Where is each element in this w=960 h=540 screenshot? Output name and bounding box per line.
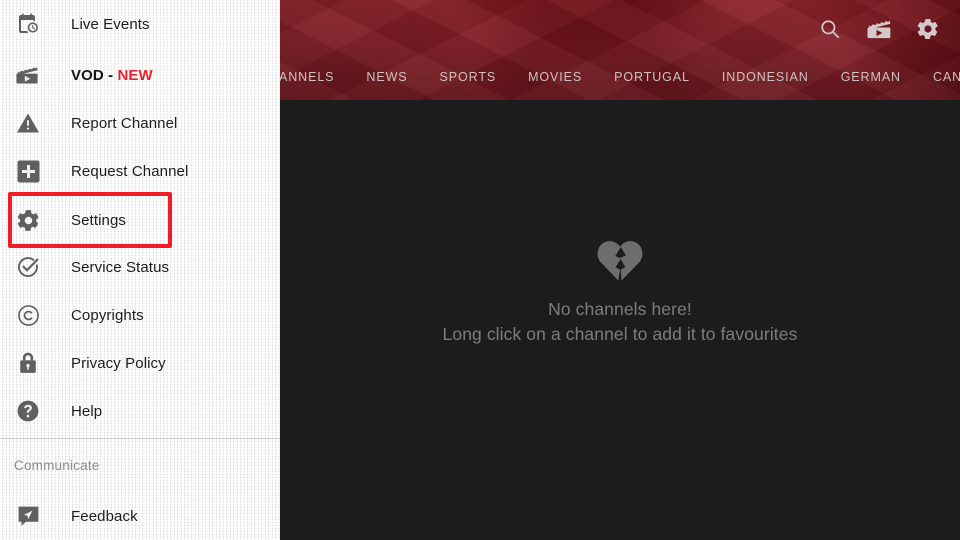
empty-state-title: No channels here! (548, 299, 692, 319)
sidebar-item-label: Privacy Policy (71, 354, 166, 372)
app-header: ANNELS NEWS SPORTS MOVIES PORTUGAL INDON… (280, 0, 960, 100)
tab-german[interactable]: GERMAN (825, 60, 917, 94)
sidebar-item-label: Feedback (71, 507, 138, 525)
sidebar-section-header-communicate: Communicate (14, 458, 100, 473)
feedback-bubble-icon (10, 505, 46, 528)
app-root: Live Events VOD - NEW Report Channel Req… (0, 0, 960, 540)
sidebar-item-feedback[interactable]: Feedback (0, 492, 280, 540)
sidebar-item-label: Report Channel (71, 114, 178, 132)
search-button[interactable] (806, 7, 854, 55)
clapperboard-icon (10, 63, 46, 87)
gear-icon (916, 17, 940, 46)
sidebar-divider (0, 438, 280, 439)
sidebar-item-label: Settings (71, 211, 126, 229)
copyright-icon (10, 304, 46, 327)
empty-state-subtitle: Long click on a channel to add it to fav… (442, 324, 798, 344)
search-icon (819, 18, 841, 45)
sidebar-item-live-events[interactable]: Live Events (0, 0, 280, 48)
sidebar-item-help[interactable]: Help (0, 387, 280, 435)
lock-icon (10, 351, 46, 375)
category-tabstrip[interactable]: ANNELS NEWS SPORTS MOVIES PORTUGAL INDON… (280, 60, 960, 94)
sidebar-item-label: Service Status (71, 258, 170, 276)
sidebar-item-request-channel[interactable]: Request Channel (0, 147, 280, 195)
settings-button[interactable] (904, 7, 952, 55)
sidebar-item-settings[interactable]: Settings (0, 196, 280, 244)
calendar-clock-icon (10, 12, 46, 36)
vod-button[interactable] (856, 7, 904, 55)
sidebar-item-vod[interactable]: VOD - NEW (0, 51, 280, 99)
movie-clapper-icon (866, 16, 894, 47)
sidebar-item-label: Help (71, 402, 103, 420)
tab-channels[interactable]: ANNELS (280, 60, 350, 94)
sidebar-item-report-channel[interactable]: Report Channel (0, 99, 280, 147)
sidebar-item-label: Request Channel (71, 162, 189, 180)
sidebar-item-label: VOD - NEW (71, 67, 153, 84)
tab-movies[interactable]: MOVIES (512, 60, 598, 94)
tab-portugal[interactable]: PORTUGAL (598, 60, 706, 94)
sidebar-item-privacy-policy[interactable]: Privacy Policy (0, 339, 280, 387)
check-circle-icon (10, 255, 46, 279)
tab-indonesian[interactable]: INDONESIAN (706, 60, 825, 94)
tab-canada[interactable]: CANADA (917, 60, 960, 94)
tab-news[interactable]: NEWS (350, 60, 423, 94)
question-circle-icon (10, 399, 46, 423)
vod-new-badge: NEW (117, 66, 153, 84)
tab-sports[interactable]: SPORTS (424, 60, 513, 94)
vod-prefix-text: VOD - (71, 66, 118, 84)
header-actions (806, 0, 960, 62)
plus-square-icon (10, 160, 46, 183)
content-area: No channels here! Long click on a channe… (280, 100, 960, 540)
sidebar-item-service-status[interactable]: Service Status (0, 243, 280, 291)
gear-icon (10, 208, 46, 233)
sidebar-item-label: Copyrights (71, 306, 144, 324)
sidebar-item-label: Live Events (71, 15, 150, 33)
warning-triangle-icon (10, 112, 46, 134)
navigation-drawer: Live Events VOD - NEW Report Channel Req… (0, 0, 280, 540)
sidebar-item-copyrights[interactable]: Copyrights (0, 291, 280, 339)
empty-state: No channels here! Long click on a channe… (280, 100, 960, 540)
broken-heart-icon (594, 235, 646, 288)
